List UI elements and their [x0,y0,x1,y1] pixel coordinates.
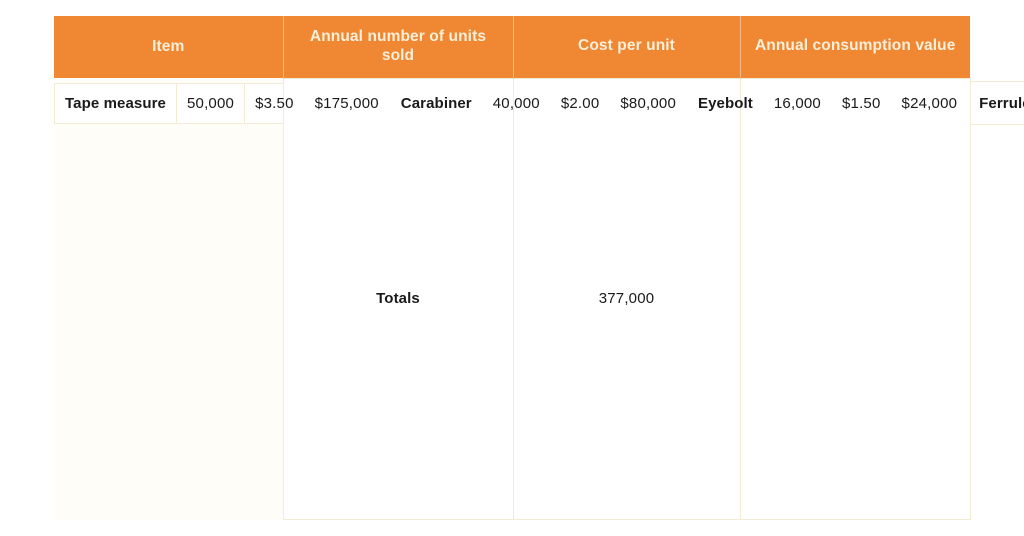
cell-item: Totals [282,77,514,520]
column-header-annual-units-sold: Annual number of units sold [283,16,514,78]
cell-cost [739,77,971,520]
column-header-item: Item [54,16,284,78]
table-header: Item Annual number of units sold Cost pe… [54,16,970,78]
table-row: Tape measure 50,000 $3.50 $175,000 Carabiner… [54,77,1024,520]
cell-units: 377,000 [512,77,741,520]
abc-analysis-table: Item Annual number of units sold Cost pe… [54,16,1024,520]
column-header-cost-per-unit: Cost per unit [513,16,741,78]
abc-analysis-table-container: Item Annual number of units sold Cost pe… [54,16,1024,520]
table-body: Tape measure 50,000 $3.50 $175,000 Carabiner… [54,77,1024,520]
cell-units: 50,000 [175,82,246,124]
cell-item: Ferrule [968,80,1024,126]
cell-item: Tape measure [54,82,177,124]
table-header-row: Item Annual number of units sold Cost pe… [54,16,970,78]
column-header-annual-consumption-value: Annual consumption value [740,16,970,78]
